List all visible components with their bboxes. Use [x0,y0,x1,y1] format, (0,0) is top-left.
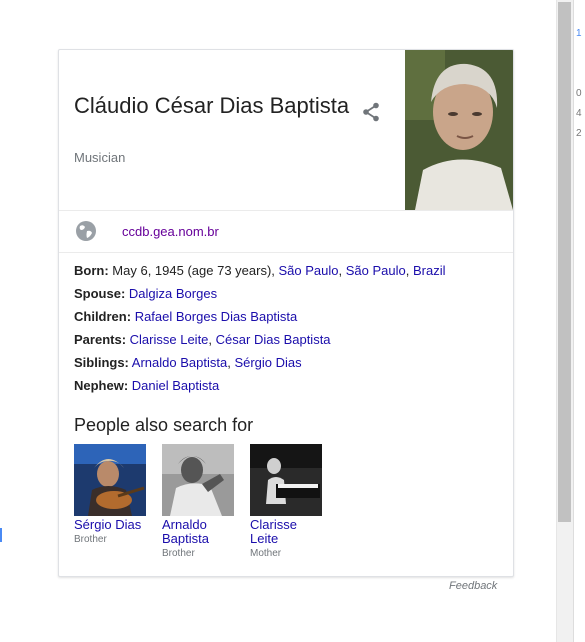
person-name: Clarisse Leite [250,517,297,546]
person-card[interactable]: Sérgio Dias Brother [74,444,150,545]
fact-spouse: Spouse: Dalgiza Borges [74,282,504,305]
fact-value: May 6, 1945 (age 73 years), [112,263,275,278]
edge-mark: 4 [576,108,582,119]
person-thumbnail [162,444,234,516]
entity-subtitle: Musician [74,150,126,165]
fact-nephew: Nephew: Daniel Baptista [74,374,504,397]
share-icon [363,102,379,122]
edge-mark: 0 [576,88,582,99]
person-card[interactable]: Arnaldo Baptista Brother [162,444,238,559]
edge-mark: 2 [576,128,582,139]
people-also-search-heading: People also search for [74,415,254,435]
fact-siblings: Siblings: Arnaldo Baptista, Sérgio Dias [74,355,302,370]
fact-parents: Parents: Clarisse Leite, César Dias Bapt… [74,332,331,347]
person-relation: Brother [162,548,195,559]
scrollbar-thumb[interactable] [558,2,571,522]
sibling-link[interactable]: Arnaldo Baptista [132,355,227,370]
entity-title: Cláudio César Dias Baptista [74,93,350,118]
divider [59,252,513,253]
birthplace-country-link[interactable]: Brazil [413,263,446,278]
website-link[interactable]: ccdb.gea.nom.br [122,224,219,239]
fact-label: Parents: [74,332,127,347]
fact-children: Children: Rafael Borges Dias Baptista [74,305,504,328]
edge-mark: 1 [576,28,582,39]
birthplace-state-link[interactable]: São Paulo [346,263,406,278]
website-button[interactable] [75,220,97,242]
fact-label: Children: [74,309,132,324]
facts-list: Born: May 6, 1945 (age 73 years), São Pa… [74,259,504,397]
left-edge-marker [0,528,2,542]
person-relation: Brother [74,534,107,545]
person-thumbnail [250,444,322,516]
fact-label: Born: [74,263,109,278]
fact-born: Born: May 6, 1945 (age 73 years), São Pa… [74,263,446,278]
entity-photo[interactable] [405,50,513,210]
knowledge-panel: Cláudio César Dias Baptista Musician ccd… [58,49,514,577]
portrait-image [405,50,513,210]
person-card[interactable]: Clarisse Leite Mother [250,444,326,559]
parent-link[interactable]: César Dias Baptista [216,332,331,347]
parent-link[interactable]: Clarisse Leite [130,332,209,347]
fact-label: Siblings: [74,355,129,370]
person-thumbnail [74,444,146,516]
fact-label: Nephew: [74,378,129,393]
person-relation: Mother [250,548,282,559]
nephew-link[interactable]: Daniel Baptista [132,378,219,393]
person-name: Sérgio Dias [74,517,142,532]
fact-label: Spouse: [74,286,126,301]
child-link[interactable]: Rafael Borges Dias Baptista [135,309,298,324]
person-name: Arnaldo Baptista [162,517,209,546]
spouse-link[interactable]: Dalgiza Borges [129,286,217,301]
sibling-link[interactable]: Sérgio Dias [234,355,301,370]
share-button[interactable] [359,100,383,124]
birthplace-city-link[interactable]: São Paulo [279,263,339,278]
feedback-link[interactable]: Feedback [449,580,497,592]
globe-icon [76,221,96,241]
divider [59,210,513,211]
